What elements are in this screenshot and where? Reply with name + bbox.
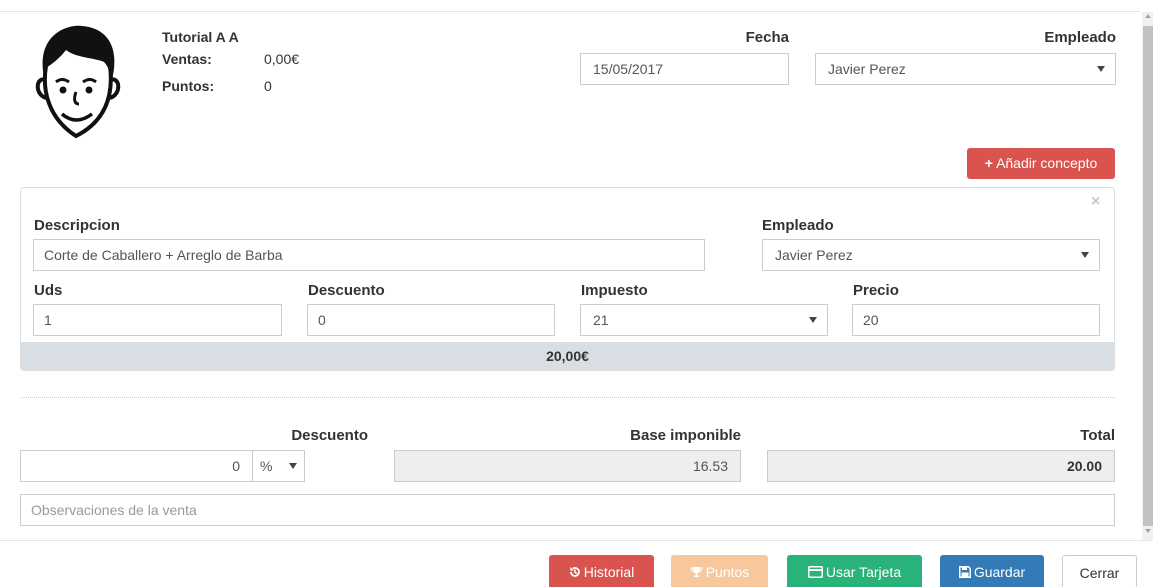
top-divider [0,11,1140,12]
price-label: Precio [853,282,899,299]
employee-select[interactable]: Javier Perez [815,53,1116,85]
total-value: 20.00 [767,450,1115,482]
scroll-up-arrow-icon[interactable] [1145,14,1151,18]
avatar [35,25,121,139]
points-button[interactable]: Puntos [671,555,768,587]
employee-select-value: Javier Perez [828,61,906,77]
close-icon[interactable]: × [1091,193,1100,211]
use-card-label: Usar Tarjeta [825,564,902,580]
concept-discount-input[interactable]: 0 [307,304,555,336]
section-divider [20,397,1115,398]
history-label: Historial [583,564,635,580]
base-label: Base imponible [630,427,741,444]
save-icon [958,555,971,587]
base-value: 16.53 [394,450,741,482]
description-label: Descripcion [34,217,120,234]
tax-select[interactable]: 21 [580,304,828,336]
tax-label: Impuesto [581,282,648,299]
footer-divider [0,540,1153,541]
chevron-down-icon [1081,252,1089,258]
total-label: Total [1080,427,1115,444]
concept-employee-value: Javier Perez [775,247,853,263]
sale-discount-label: Descuento [291,427,368,444]
concept-employee-label: Empleado [762,217,834,234]
units-label: Uds [34,282,63,299]
chevron-down-icon [289,463,297,469]
concept-employee-select[interactable]: Javier Perez [762,239,1100,271]
history-button[interactable]: Historial [549,555,654,587]
date-input[interactable]: 15/05/2017 [580,53,789,85]
credit-card-icon [807,555,823,587]
scroll-down-arrow-icon[interactable] [1145,529,1151,533]
chevron-down-icon [809,317,817,323]
employee-label: Empleado [1044,29,1116,46]
client-name: Tutorial A A [162,29,239,45]
scrollbar-thumb[interactable] [1143,26,1153,526]
price-input[interactable]: 20 [852,304,1100,336]
sales-value: 0,00€ [264,51,300,67]
save-button[interactable]: Guardar [940,555,1044,587]
sale-discount-input[interactable]: 0 [20,450,253,482]
units-input[interactable]: 1 [33,304,282,336]
use-card-button[interactable]: Usar Tarjeta [787,555,922,587]
plus-icon: + [984,155,993,171]
points-value: 0 [264,78,272,94]
trophy-icon [690,555,703,587]
tax-select-value: 21 [593,312,609,328]
discount-unit-select[interactable]: % [252,450,305,482]
concept-subtotal: 20,00€ [21,342,1114,370]
discount-unit-value: % [260,458,273,474]
close-button[interactable]: Cerrar [1062,555,1137,587]
notes-input[interactable]: Observaciones de la venta [20,494,1115,526]
points-label: Puntos [705,564,750,580]
save-label: Guardar [973,564,1026,580]
add-concept-label: Añadir concepto [996,155,1098,171]
points-label: Puntos: [162,78,215,94]
sales-label: Ventas: [162,51,212,67]
date-label: Fecha [745,29,789,46]
add-concept-button[interactable]: + Añadir concepto [967,148,1115,179]
chevron-down-icon [1097,66,1105,72]
description-input[interactable]: Corte de Caballero + Arreglo de Barba [33,239,705,271]
history-icon [569,555,581,587]
concept-discount-label: Descuento [308,282,385,299]
